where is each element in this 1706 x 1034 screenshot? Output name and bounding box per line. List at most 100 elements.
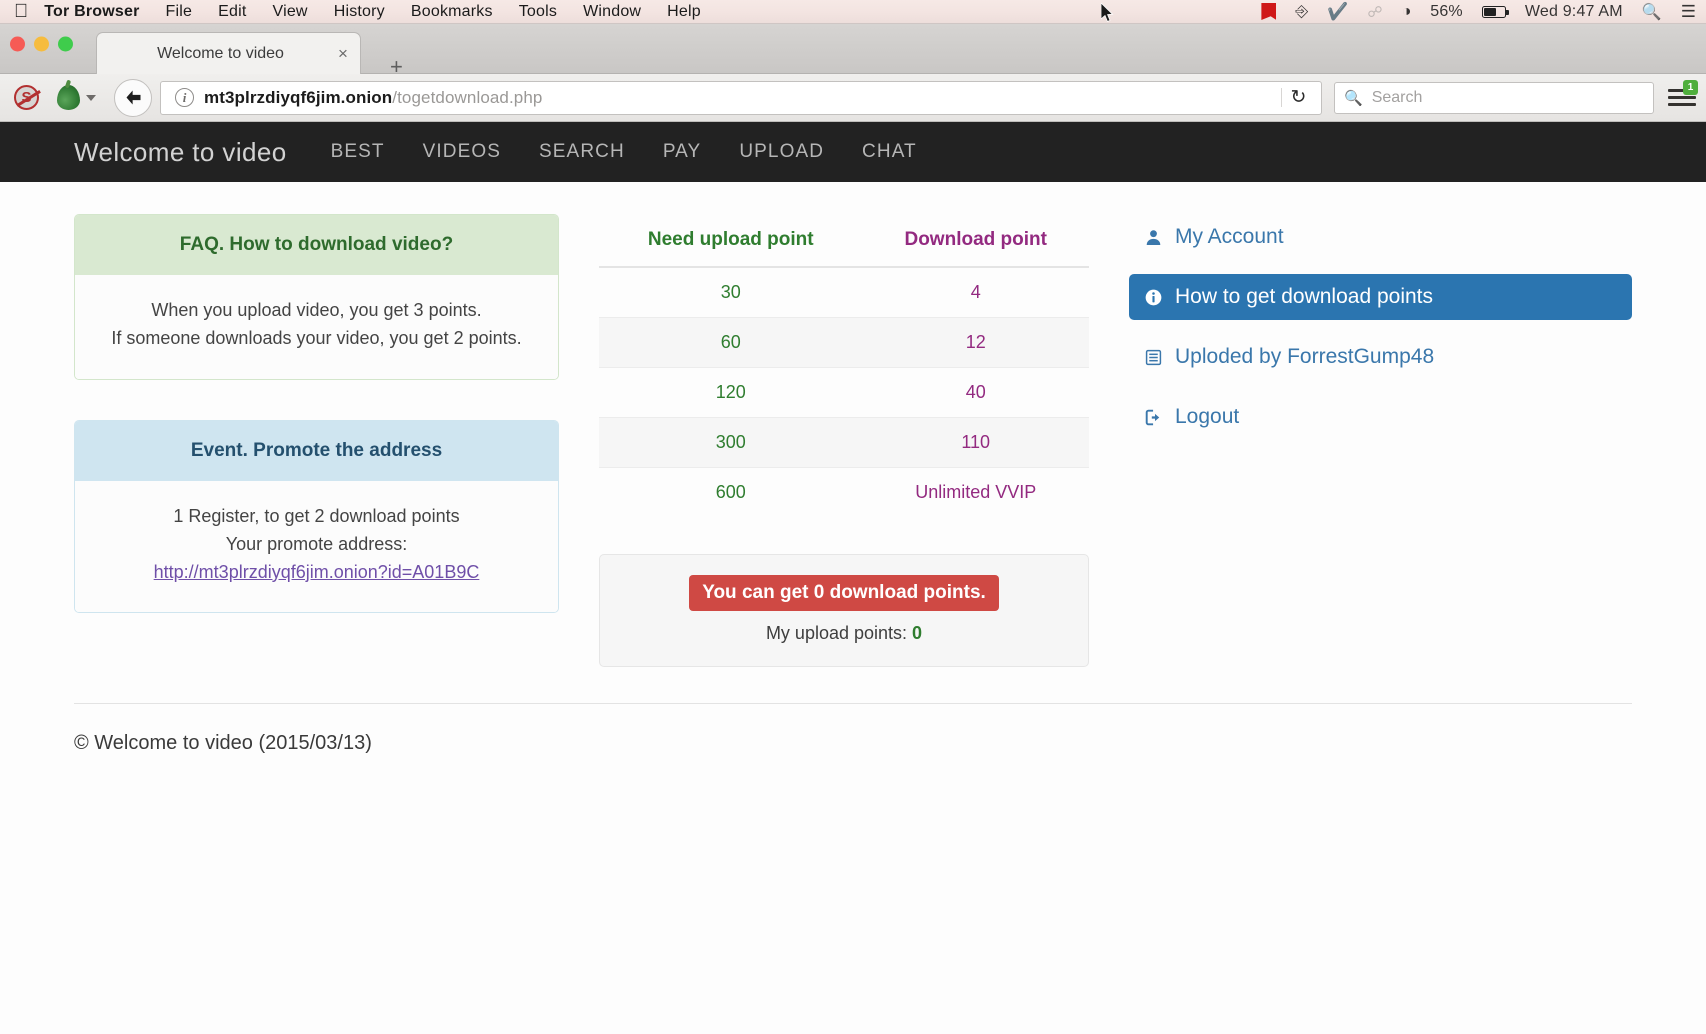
table-row: 600 Unlimited VVIP xyxy=(599,468,1089,518)
menu-item-view[interactable]: View xyxy=(272,3,307,21)
left-column: FAQ. How to download video? When you upl… xyxy=(74,214,559,653)
menu-item-window[interactable]: Window xyxy=(583,3,641,21)
menu-item-bookmarks[interactable]: Bookmarks xyxy=(411,3,493,21)
search-placeholder: Search xyxy=(1372,89,1423,107)
my-upload-points-value: 0 xyxy=(912,623,922,643)
mouse-cursor xyxy=(1101,3,1115,23)
apple-icon[interactable]:  xyxy=(14,2,28,21)
site-brand[interactable]: Welcome to video xyxy=(74,137,287,168)
noscript-icon[interactable] xyxy=(14,85,39,110)
bluetooth-icon[interactable]: ☍ xyxy=(1367,3,1382,21)
menu-item-history[interactable]: History xyxy=(334,3,385,21)
sidebar-item-label: Logout xyxy=(1175,405,1239,429)
maximize-window-button[interactable] xyxy=(58,36,73,51)
check-circle-icon[interactable]: ✔️ xyxy=(1327,2,1348,22)
cell-upload-point: 120 xyxy=(599,368,862,418)
menu-item-help[interactable]: Help xyxy=(667,3,701,21)
battery-icon[interactable] xyxy=(1482,6,1506,18)
menu-item-file[interactable]: File xyxy=(166,3,193,21)
list-item: Logout xyxy=(1129,394,1632,440)
right-column: My Account How to get download points xyxy=(1129,214,1632,454)
status-badge: You can get 0 download points. xyxy=(689,575,999,611)
page-body: FAQ. How to download video? When you upl… xyxy=(0,182,1706,1034)
url-text: mt3plrzdiyqf6jim.onion/togetdownload.php xyxy=(204,88,542,108)
minimize-window-button[interactable] xyxy=(34,36,49,51)
user-icon xyxy=(1143,229,1164,246)
nav-link-pay[interactable]: PAY xyxy=(663,141,702,163)
nav-link-chat[interactable]: CHAT xyxy=(862,141,917,163)
cell-download-point: 4 xyxy=(862,267,1089,318)
hamburger-menu-icon[interactable]: 1 xyxy=(1668,86,1696,110)
onion-icon[interactable] xyxy=(57,85,96,110)
browser-toolbar: i mt3plrzdiyqf6jim.onion/togetdownload.p… xyxy=(0,74,1706,122)
points-table-head: Need upload point Download point xyxy=(599,214,1089,267)
points-table: Need upload point Download point 30 4 60… xyxy=(599,214,1089,517)
close-icon[interactable]: × xyxy=(326,44,360,64)
page-footer: © Welcome to video (2015/03/13) xyxy=(0,704,1706,755)
update-badge: 1 xyxy=(1683,80,1698,95)
menu-item-edit[interactable]: Edit xyxy=(218,3,246,21)
sidebar-item-my-account[interactable]: My Account xyxy=(1129,214,1632,260)
list-item: My Account xyxy=(1129,214,1632,260)
macos-menubar:  Tor Browser File Edit View History Boo… xyxy=(0,0,1706,24)
side-menu: My Account How to get download points xyxy=(1129,214,1632,440)
nav-link-upload[interactable]: UPLOAD xyxy=(739,141,824,163)
sidebar-item-uploded-by[interactable]: Uploded by ForrestGump48 xyxy=(1129,334,1632,380)
search-input[interactable]: 🔍 Search xyxy=(1334,82,1654,114)
site-navbar: Welcome to video BEST VIDEOS SEARCH PAY … xyxy=(0,122,1706,182)
promote-address-link[interactable]: http://mt3plrzdiyqf6jim.onion?id=A01B9C xyxy=(154,562,480,582)
nav-link-search[interactable]: SEARCH xyxy=(539,141,625,163)
search-icon[interactable]: 🔍 xyxy=(1642,2,1662,22)
cell-upload-point: 600 xyxy=(599,468,862,518)
tor-onion-bookmark-icon[interactable] xyxy=(1261,3,1276,20)
info-icon[interactable]: i xyxy=(175,88,194,107)
sidebar-item-label: My Account xyxy=(1175,225,1284,249)
col-header-need-upload-point: Need upload point xyxy=(599,214,862,267)
nav-link-videos[interactable]: VIDEOS xyxy=(423,141,501,163)
faq-line-1: When you upload video, you get 3 points. xyxy=(89,297,544,325)
points-table-body: 30 4 60 12 120 40 300 110 xyxy=(599,267,1089,517)
wifi-icon[interactable]: ◑ xyxy=(1402,3,1412,21)
url-bar[interactable]: i mt3plrzdiyqf6jim.onion/togetdownload.p… xyxy=(160,81,1322,115)
url-host: mt3plrzdiyqf6jim.onion xyxy=(204,88,392,107)
list-item: How to get download points xyxy=(1129,274,1632,320)
cell-upload-point: 30 xyxy=(599,267,862,318)
table-row: 300 110 xyxy=(599,418,1089,468)
event-panel-title: Event. Promote the address xyxy=(75,421,558,481)
close-window-button[interactable] xyxy=(10,36,25,51)
middle-column: Need upload point Download point 30 4 60… xyxy=(599,214,1089,667)
cell-download-point: 110 xyxy=(862,418,1089,468)
info-circle-icon xyxy=(1143,289,1164,306)
sidebar-item-how-to-get-download-points[interactable]: How to get download points xyxy=(1129,274,1632,320)
event-line-1: 1 Register, to get 2 download points xyxy=(89,503,544,531)
event-panel-body: 1 Register, to get 2 download points You… xyxy=(75,481,558,613)
list-icon[interactable]: ☰ xyxy=(1681,2,1696,22)
browser-tab-bar: Welcome to video × + xyxy=(0,24,1706,74)
clipboard-icon[interactable]: ⎆ xyxy=(1295,3,1308,21)
sidebar-item-label: Uploded by ForrestGump48 xyxy=(1175,345,1434,369)
my-upload-points-label: My upload points: xyxy=(766,623,907,643)
window-traffic-lights xyxy=(10,36,73,51)
menu-item-tools[interactable]: Tools xyxy=(519,3,557,21)
reload-icon[interactable]: ↻ xyxy=(1281,88,1315,107)
table-row: 60 12 xyxy=(599,318,1089,368)
cell-upload-point: 60 xyxy=(599,318,862,368)
chevron-down-icon xyxy=(86,95,96,101)
cell-download-point: 40 xyxy=(862,368,1089,418)
tab-title: Welcome to video xyxy=(97,45,326,63)
event-line-2: Your promote address: xyxy=(89,531,544,559)
table-row: 120 40 xyxy=(599,368,1089,418)
table-row: 30 4 xyxy=(599,267,1089,318)
download-points-status-well: You can get 0 download points. My upload… xyxy=(599,554,1089,667)
menubar-clock[interactable]: Wed 9:47 AM xyxy=(1525,3,1623,21)
battery-percent-label: 56% xyxy=(1430,3,1463,21)
faq-panel-body: When you upload video, you get 3 points.… xyxy=(75,275,558,379)
table-header-row: Need upload point Download point xyxy=(599,214,1089,267)
sidebar-item-logout[interactable]: Logout xyxy=(1129,394,1632,440)
browser-tab[interactable]: Welcome to video × xyxy=(96,32,361,74)
my-upload-points: My upload points: 0 xyxy=(614,623,1074,644)
menu-item-tor-browser[interactable]: Tor Browser xyxy=(44,3,139,21)
back-arrow-icon[interactable] xyxy=(114,79,152,117)
cell-download-point: Unlimited VVIP xyxy=(862,468,1089,518)
nav-link-best[interactable]: BEST xyxy=(331,141,385,163)
